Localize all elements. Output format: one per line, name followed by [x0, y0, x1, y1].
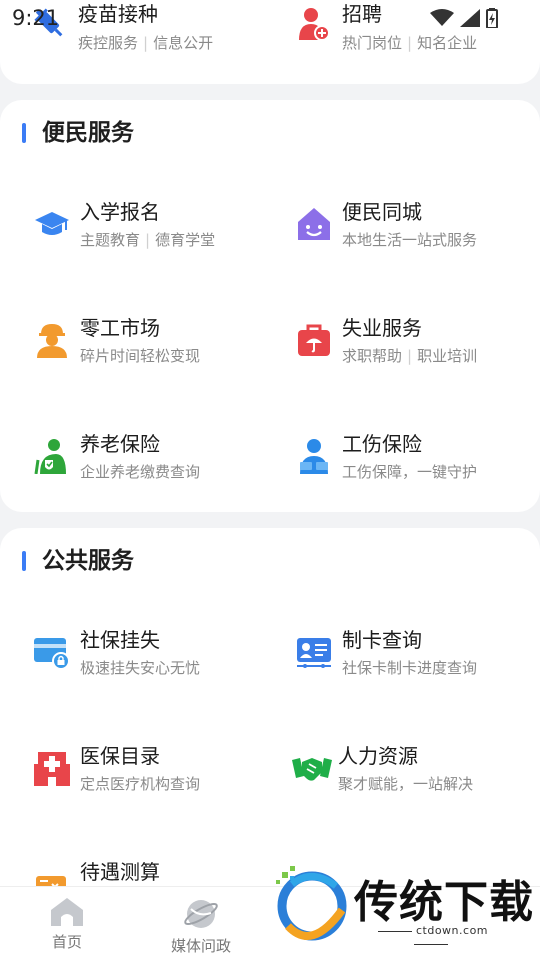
status-time: 9:21	[12, 6, 60, 30]
status-icons	[430, 8, 498, 28]
card-lock-icon	[34, 638, 70, 670]
service-desc: 主题教育 | 德育学堂	[80, 231, 216, 249]
briefcase-umbrella-icon	[298, 324, 330, 356]
watermark-logo-icon	[276, 866, 347, 941]
service-title: 失业服务	[342, 316, 422, 340]
watermark-text: 传统下载	[354, 877, 534, 928]
service-title: 社保挂失	[80, 628, 160, 652]
battery-icon	[486, 8, 498, 28]
service-gig-market[interactable]: 零工市场 碎片时间轻松变现	[34, 312, 294, 372]
worker-helmet-icon	[37, 324, 67, 358]
nav-label: 首页	[51, 933, 82, 951]
watermark: 传统下载 ctdown.com	[268, 858, 540, 960]
watermark-url: ctdown.com	[354, 924, 508, 950]
hospital-icon	[34, 752, 70, 786]
service-unemployment[interactable]: 失业服务 求职帮助 | 职业培训	[296, 312, 540, 372]
home-icon	[51, 898, 83, 926]
service-desc: 聚才赋能，一站解决	[338, 775, 474, 793]
service-title: 人力资源	[338, 744, 418, 768]
graduation-cap-icon	[35, 212, 69, 235]
smiling-house-icon	[298, 208, 330, 240]
service-title: 便民同城	[342, 200, 422, 224]
service-title: 工伤保险	[342, 432, 422, 456]
service-local-city[interactable]: 便民同城 本地生活一站式服务	[296, 196, 540, 256]
service-desc: 企业养老缴费查询	[80, 463, 201, 481]
section-title: 公共服务	[22, 546, 134, 576]
service-injury-insurance[interactable]: 工伤保险 工伤保障，一键守护	[296, 428, 540, 488]
nav-label: 媒体问政	[170, 937, 231, 955]
service-card-loss-report[interactable]: 社保挂失 极速挂失安心无忧	[34, 624, 294, 684]
id-card-icon	[297, 638, 331, 668]
service-desc: 本地生活一站式服务	[342, 231, 478, 249]
service-title: 零工市场	[80, 316, 160, 340]
convenience-services-card: 便民服务 入学报名 主题教育 | 德育学堂 便民同城 本地生活一站式服务 零工市场 …	[0, 100, 540, 512]
service-desc: 热门岗位 | 知名企业	[342, 34, 478, 52]
service-title: 制卡查询	[342, 628, 422, 652]
service-enrollment[interactable]: 入学报名 主题教育 | 德育学堂	[34, 196, 294, 256]
injured-person-icon	[300, 439, 328, 474]
service-title: 入学报名	[80, 200, 160, 224]
status-bar: 9:21	[0, 0, 540, 34]
nav-media-inquiry[interactable]: 媒体问政	[146, 897, 256, 956]
service-pension-insurance[interactable]: 养老保险 企业养老缴费查询	[34, 428, 294, 488]
service-desc: 极速挂失安心无忧	[80, 659, 201, 677]
service-card-progress[interactable]: 制卡查询 社保卡制卡进度查询	[296, 624, 540, 684]
service-desc: 工伤保障，一键守护	[342, 463, 478, 481]
signal-icon	[460, 9, 480, 27]
service-title: 养老保险	[80, 432, 160, 456]
elder-shield-icon	[34, 439, 66, 474]
handshake-icon	[292, 758, 332, 781]
service-medical-catalog[interactable]: 医保目录 定点医疗机构查询	[34, 740, 294, 800]
service-desc: 碎片时间轻松变现	[80, 347, 201, 365]
service-title: 医保目录	[80, 744, 160, 768]
service-desc: 定点医疗机构查询	[80, 775, 201, 793]
service-desc: 疾控服务 | 信息公开	[78, 34, 214, 52]
service-title: 待遇测算	[80, 860, 160, 884]
planet-icon	[184, 900, 218, 928]
wifi-icon	[430, 9, 454, 26]
service-human-resources[interactable]: 人力资源 聚才赋能，一站解决	[292, 740, 540, 800]
service-desc: 社保卡制卡进度查询	[342, 659, 478, 677]
service-desc: 求职帮助 | 职业培训	[342, 347, 478, 365]
nav-home[interactable]: 首页	[12, 897, 122, 952]
section-title: 便民服务	[22, 118, 134, 148]
